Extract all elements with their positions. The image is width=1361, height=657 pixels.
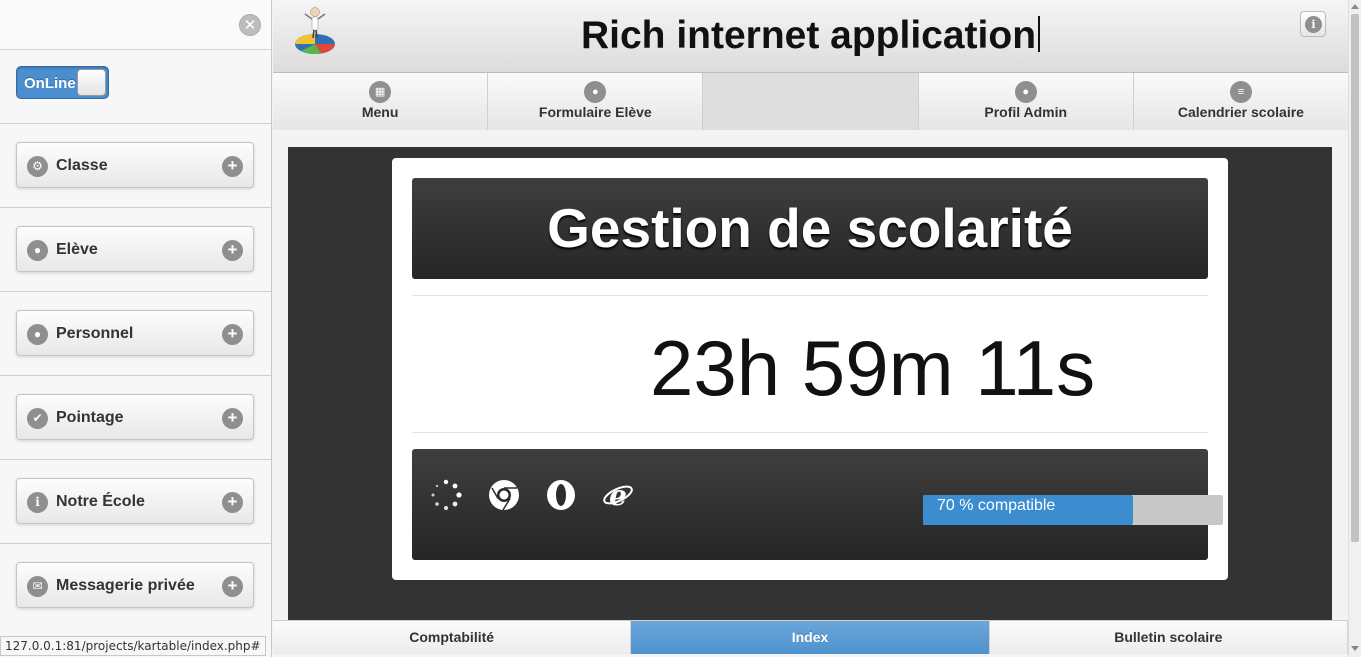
chrome-icon bbox=[489, 480, 519, 511]
left-panel: ✕ OnLine ⚙ Classe + ● Elève + ● Personne… bbox=[0, 0, 272, 657]
info-icon: i bbox=[1305, 16, 1322, 33]
info-icon: i bbox=[27, 492, 48, 513]
opera-icon bbox=[547, 480, 575, 510]
scrollbar-thumb[interactable] bbox=[1351, 14, 1359, 542]
plus-icon[interactable]: + bbox=[222, 156, 243, 177]
svg-text:e: e bbox=[609, 479, 627, 511]
nav-section-eleve: ● Elève + bbox=[0, 208, 271, 292]
loading-spinner-icon bbox=[431, 479, 462, 511]
tab-calendrier-scolaire[interactable]: ≡ Calendrier scolaire bbox=[1133, 73, 1349, 130]
tab-label: Formulaire Elève bbox=[538, 104, 652, 120]
tab-empty[interactable] bbox=[703, 73, 919, 130]
tab-label: Menu bbox=[361, 104, 399, 120]
nav-button-classe[interactable]: ⚙ Classe + bbox=[16, 142, 254, 188]
nav-button-pointage[interactable]: ✔ Pointage + bbox=[16, 394, 254, 440]
nav-label: Messagerie privée bbox=[56, 577, 195, 594]
tab-label: Profil Admin bbox=[984, 104, 1068, 120]
scroll-up-arrow-icon[interactable] bbox=[1351, 4, 1359, 9]
nav-label: Classe bbox=[56, 157, 108, 174]
panel-top-bar: ✕ bbox=[0, 0, 271, 50]
tab-index[interactable]: Index bbox=[631, 621, 990, 654]
divider bbox=[412, 432, 1208, 433]
nav-section-messagerie: ✉ Messagerie privée + bbox=[0, 544, 271, 628]
nav-label: Pointage bbox=[56, 409, 124, 426]
scroll-down-arrow-icon[interactable] bbox=[1351, 646, 1359, 651]
plus-icon[interactable]: + bbox=[222, 240, 243, 261]
banner-title: Gestion de scolarité bbox=[547, 197, 1073, 259]
nav-button-notre-ecole[interactable]: i Notre École + bbox=[16, 478, 254, 524]
nav-label: Notre École bbox=[56, 493, 145, 510]
user-icon: ● bbox=[27, 324, 48, 345]
app-header: Rich internet application i bbox=[273, 0, 1348, 73]
progress-label: 70 % compatible bbox=[937, 497, 1056, 514]
gear-icon: ⚙ bbox=[27, 156, 48, 177]
countdown-timer: 23h 59m 11s bbox=[650, 324, 1096, 412]
check-icon: ✔ bbox=[27, 408, 48, 429]
nav-button-personnel[interactable]: ● Personnel + bbox=[16, 310, 254, 356]
browser-compat-bar: e 70 % compatible bbox=[412, 449, 1223, 560]
banner: Gestion de scolarité bbox=[412, 178, 1208, 279]
user-icon: ● bbox=[584, 81, 607, 103]
nav-section-personnel: ● Personnel + bbox=[0, 292, 271, 376]
nav-label: Personnel bbox=[56, 325, 134, 342]
close-icon[interactable]: ✕ bbox=[239, 14, 261, 36]
tab-label: Calendrier scolaire bbox=[1177, 104, 1304, 120]
info-button[interactable]: i bbox=[1300, 11, 1326, 37]
grid-icon: ▦ bbox=[369, 81, 392, 103]
top-tab-bar: ▦ Menu ● Formulaire Elève ● Profil Admin… bbox=[273, 73, 1349, 130]
nav-section-pointage: ✔ Pointage + bbox=[0, 376, 271, 460]
plus-icon[interactable]: + bbox=[222, 576, 243, 597]
nav-section-classe: ⚙ Classe + bbox=[0, 124, 271, 208]
internet-explorer-icon: e bbox=[603, 479, 633, 511]
text-caret bbox=[1038, 16, 1041, 52]
tab-menu[interactable]: ▦ Menu bbox=[273, 73, 489, 130]
main-content: Gestion de scolarité 23h 59m 11s e 70 % … bbox=[288, 147, 1332, 620]
vertical-scrollbar[interactable] bbox=[1348, 0, 1361, 657]
online-toggle-label: OnLine bbox=[24, 75, 76, 92]
user-icon: ● bbox=[1014, 81, 1037, 103]
toggle-knob[interactable] bbox=[77, 69, 106, 96]
nav-button-messagerie[interactable]: ✉ Messagerie privée + bbox=[16, 562, 254, 608]
online-toggle[interactable]: OnLine bbox=[16, 66, 109, 99]
app-title-text[interactable]: Rich internet application bbox=[581, 14, 1036, 57]
bottom-tab-bar: Comptabilité Index Bulletin scolaire bbox=[273, 620, 1348, 654]
status-url: 127.0.0.1:81/projects/kartable/index.php… bbox=[0, 636, 266, 656]
plus-icon[interactable]: + bbox=[222, 324, 243, 345]
tab-comptabilite[interactable]: Comptabilité bbox=[273, 621, 632, 654]
tab-formulaire-eleve[interactable]: ● Formulaire Elève bbox=[488, 73, 704, 130]
app-title[interactable]: Rich internet application bbox=[273, 14, 1348, 58]
content-card: Gestion de scolarité 23h 59m 11s e 70 % … bbox=[392, 158, 1228, 580]
plus-icon[interactable]: + bbox=[222, 408, 243, 429]
mail-icon: ✉ bbox=[27, 576, 48, 597]
online-toggle-row: OnLine bbox=[0, 50, 271, 124]
divider bbox=[412, 295, 1208, 296]
nav-label: Elève bbox=[56, 241, 98, 258]
list-icon: ≡ bbox=[1229, 81, 1252, 103]
tab-profil-admin[interactable]: ● Profil Admin bbox=[918, 73, 1134, 130]
user-icon: ● bbox=[27, 240, 48, 261]
plus-icon[interactable]: + bbox=[222, 492, 243, 513]
compatibility-progress-bar: 70 % compatible bbox=[923, 495, 1223, 525]
nav-section-notre-ecole: i Notre École + bbox=[0, 460, 271, 544]
nav-button-eleve[interactable]: ● Elève + bbox=[16, 226, 254, 272]
tab-bulletin-scolaire[interactable]: Bulletin scolaire bbox=[989, 621, 1348, 654]
